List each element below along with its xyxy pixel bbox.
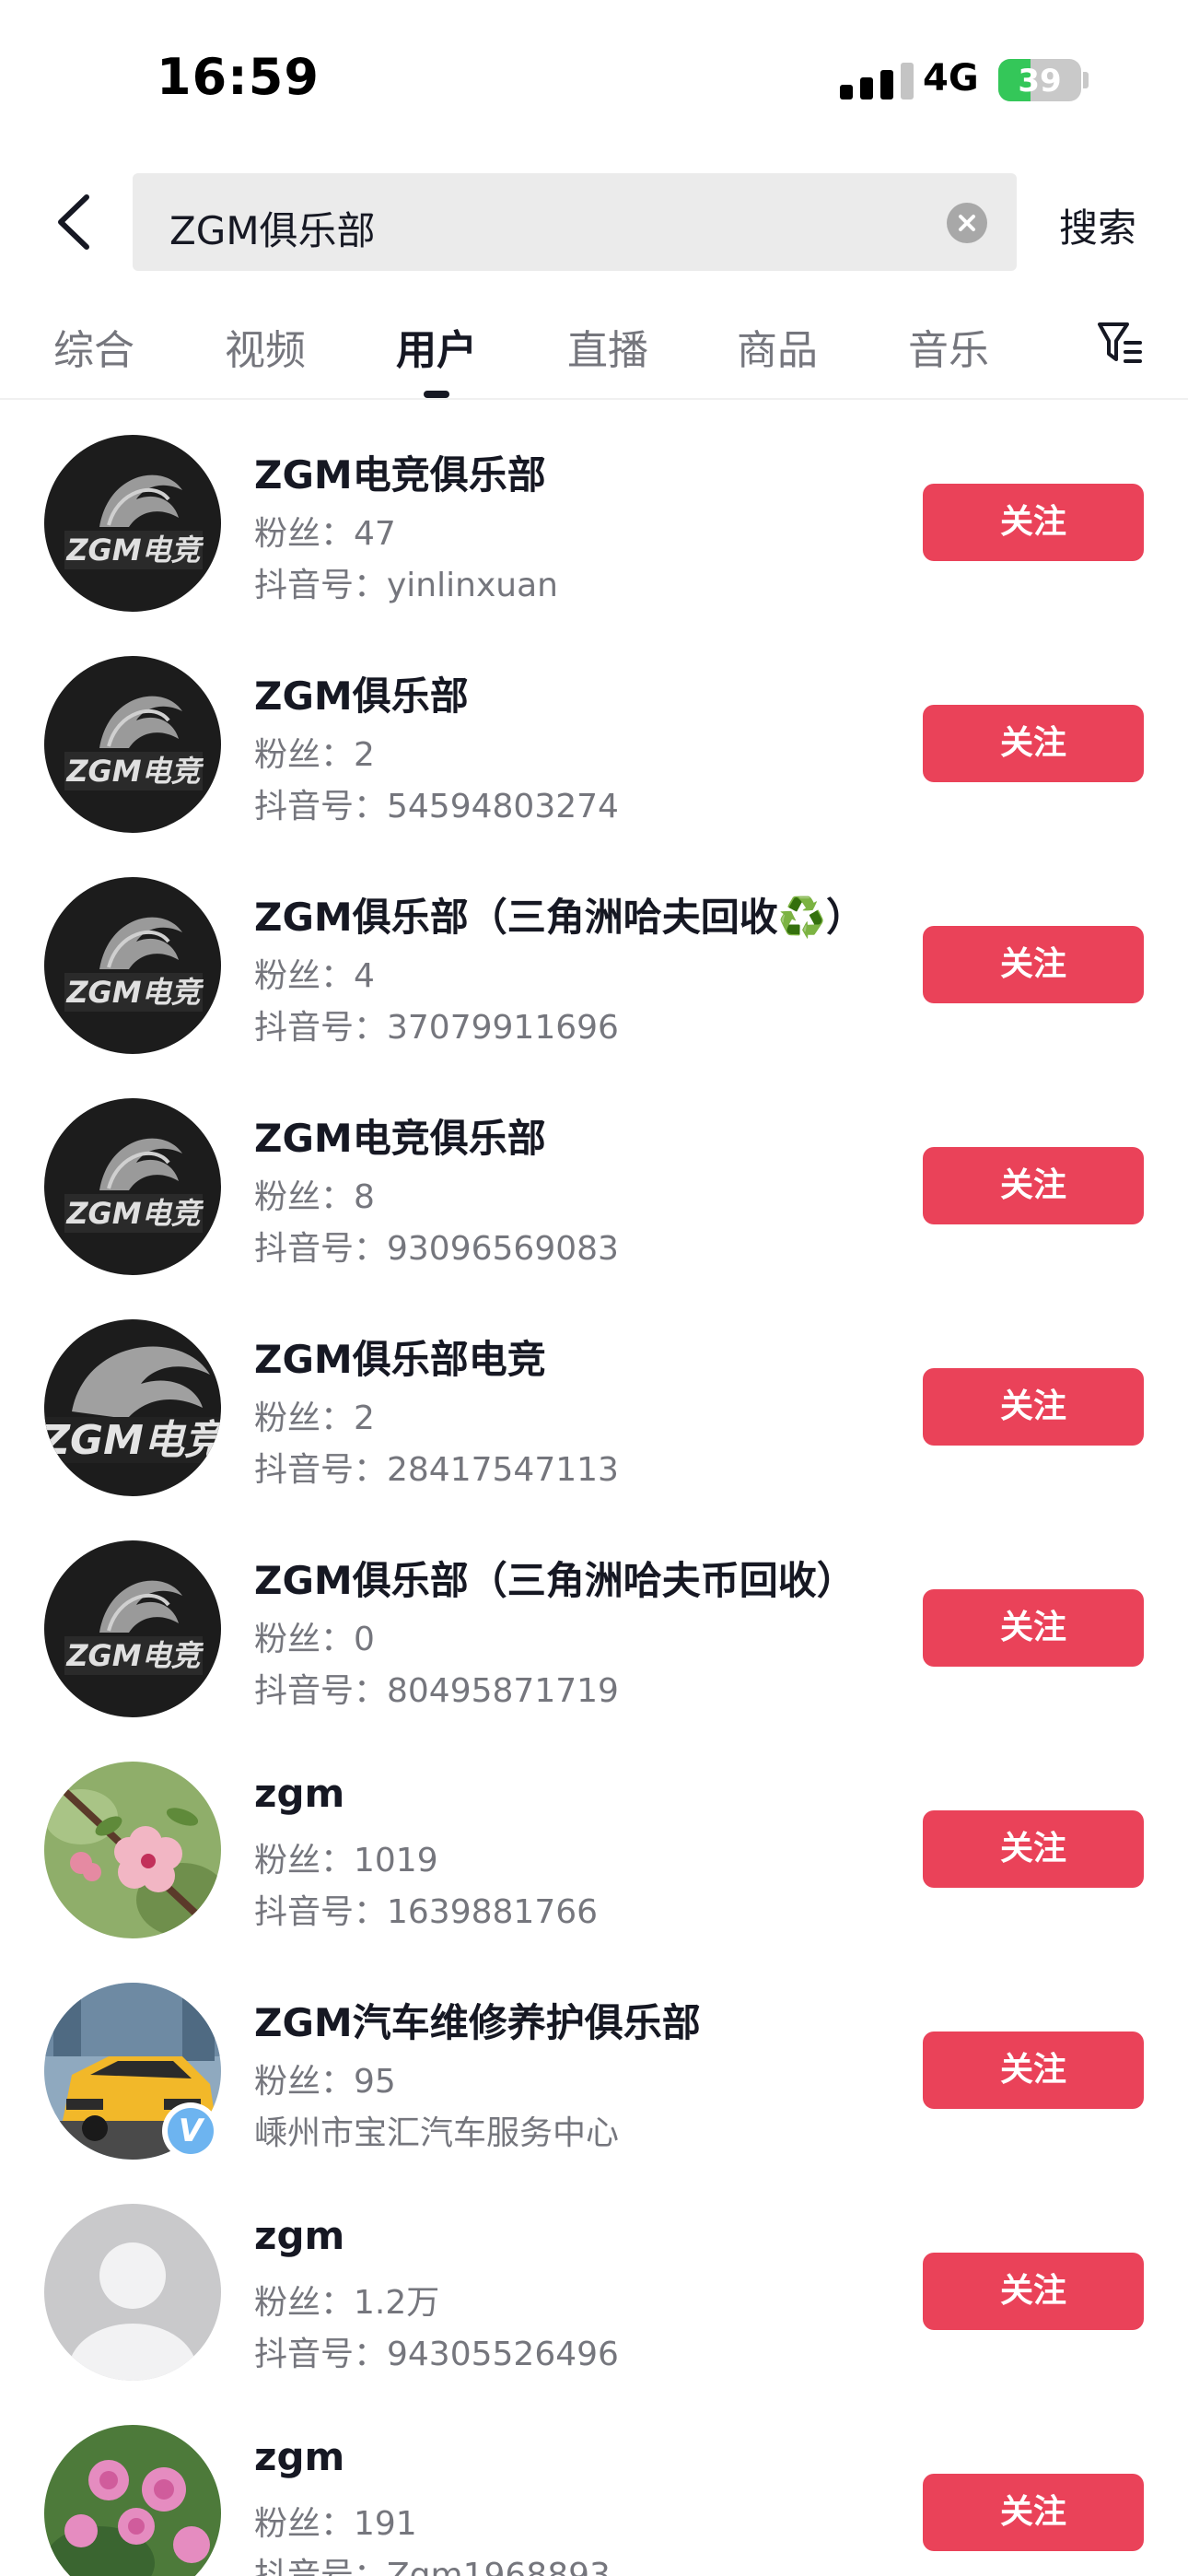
- fan-count: 粉丝：1019: [254, 1842, 438, 1879]
- tab-live[interactable]: 直播: [567, 317, 648, 376]
- status-time: 16:59: [157, 48, 320, 106]
- list-item[interactable]: zgm 粉丝：191 抖音号：Zgm1968893 关注: [0, 2418, 1188, 2576]
- user-name: ZGM俱乐部: [254, 673, 469, 719]
- list-item[interactable]: ZGM电竞 ZGM俱乐部（三角洲哈夫币回收） 粉丝：0 抖音号：80495871…: [0, 1533, 1188, 1754]
- signal-icon: [840, 63, 914, 100]
- follow-button[interactable]: 关注: [923, 484, 1144, 561]
- follow-button[interactable]: 关注: [923, 2032, 1144, 2109]
- user-name: zgm: [254, 2213, 345, 2258]
- user-name: zgm: [254, 2434, 345, 2479]
- douyin-id: 抖音号：Zgm1968893: [254, 2557, 611, 2576]
- zgm-logo-avatar-icon: ZGM电竞: [44, 1098, 221, 1275]
- clear-icon[interactable]: [947, 203, 987, 243]
- fan-count: 粉丝：4: [254, 957, 375, 995]
- list-item[interactable]: ZGM电竞 ZGM电竞俱乐部 粉丝：8 抖音号：93096569083 关注: [0, 1091, 1188, 1312]
- verification-info: 嵊州市宝汇汽车服务中心: [254, 2114, 620, 2152]
- category-tabs: 综合 视频 用户 直播 商品 音乐: [0, 313, 1188, 400]
- svg-text:ZGM电竞: ZGM电竞: [44, 1417, 221, 1464]
- avatar[interactable]: [44, 2204, 221, 2381]
- fan-count: 粉丝：1.2万: [254, 2284, 440, 2322]
- fan-count: 粉丝：0: [254, 1621, 375, 1658]
- douyin-id: 抖音号：37079911696: [254, 1009, 619, 1047]
- fan-count: 粉丝：47: [254, 515, 396, 553]
- follow-button[interactable]: 关注: [923, 926, 1144, 1003]
- zgm-logo-avatar-icon: ZGM电竞: [44, 1319, 221, 1496]
- list-item[interactable]: ZGM电竞 ZGM俱乐部电竞 粉丝：2 抖音号：28417547113 关注: [0, 1312, 1188, 1533]
- user-list: ZGM电竞 ZGM电竞俱乐部 粉丝：47 抖音号：yinlinxuan 关注 Z…: [0, 427, 1188, 2576]
- list-item[interactable]: V ZGM汽车维修养护俱乐部 粉丝：95 嵊州市宝汇汽车服务中心 关注: [0, 1975, 1188, 2196]
- avatar[interactable]: [44, 1762, 221, 1938]
- verified-badge-icon: V: [162, 2102, 219, 2160]
- douyin-id: 抖音号：93096569083: [254, 1230, 619, 1268]
- tab-products[interactable]: 商品: [737, 317, 818, 376]
- follow-button[interactable]: 关注: [923, 2253, 1144, 2330]
- battery-icon: 39: [998, 59, 1081, 101]
- tab-users[interactable]: 用户: [396, 317, 477, 376]
- svg-text:ZGM电竞: ZGM电竞: [65, 1196, 204, 1231]
- search-input[interactable]: ZGM俱乐部: [133, 173, 1017, 271]
- status-bar: 16:59 4G 39: [0, 0, 1188, 157]
- douyin-id: 抖音号：80495871719: [254, 1672, 619, 1710]
- search-query: ZGM俱乐部: [169, 208, 376, 253]
- list-item[interactable]: zgm 粉丝：1019 抖音号：1639881766 关注: [0, 1754, 1188, 1975]
- zgm-logo-avatar-icon: ZGM电竞: [44, 1540, 221, 1717]
- user-name: ZGM俱乐部（三角洲哈夫币回收）: [254, 1558, 856, 1603]
- svg-text:ZGM电竞: ZGM电竞: [65, 975, 204, 1010]
- list-item[interactable]: ZGM电竞 ZGM俱乐部（三角洲哈夫回收♻️） 粉丝：4 抖音号：3707991…: [0, 870, 1188, 1091]
- svg-text:ZGM电竞: ZGM电竞: [65, 1638, 204, 1673]
- avatar[interactable]: [44, 2425, 221, 2576]
- tab-video[interactable]: 视频: [225, 317, 306, 376]
- douyin-id: 抖音号：28417547113: [254, 1451, 619, 1489]
- user-name: ZGM俱乐部电竞: [254, 1337, 546, 1382]
- user-name: ZGM俱乐部（三角洲哈夫回收♻️）: [254, 895, 866, 940]
- follow-button[interactable]: 关注: [923, 1589, 1144, 1667]
- search-button[interactable]: 搜索: [1059, 197, 1136, 253]
- follow-button[interactable]: 关注: [923, 705, 1144, 782]
- fan-count: 粉丝：95: [254, 2063, 396, 2101]
- douyin-id: 抖音号：yinlinxuan: [254, 567, 558, 604]
- avatar[interactable]: ZGM电竞: [44, 1540, 221, 1717]
- avatar[interactable]: ZGM电竞: [44, 1319, 221, 1496]
- follow-button[interactable]: 关注: [923, 1810, 1144, 1888]
- avatar[interactable]: ZGM电竞: [44, 877, 221, 1054]
- avatar[interactable]: ZGM电竞: [44, 1098, 221, 1275]
- battery-level: 39: [1018, 63, 1062, 100]
- network-label: 4G: [923, 57, 979, 100]
- douyin-id: 抖音号：1639881766: [254, 1893, 599, 1931]
- active-tab-indicator: [424, 391, 449, 398]
- douyin-id: 抖音号：94305526496: [254, 2336, 619, 2373]
- filter-icon[interactable]: [1096, 319, 1144, 367]
- list-item[interactable]: zgm 粉丝：1.2万 抖音号：94305526496 关注: [0, 2196, 1188, 2418]
- fan-count: 粉丝：8: [254, 1178, 375, 1216]
- svg-text:ZGM电竞: ZGM电竞: [65, 533, 204, 568]
- tab-music[interactable]: 音乐: [908, 317, 989, 376]
- default-avatar-icon: [44, 2204, 221, 2381]
- user-name: ZGM电竞俱乐部: [254, 452, 546, 498]
- battery-tip: [1083, 72, 1089, 88]
- user-name: zgm: [254, 1771, 345, 1816]
- flower-avatar-icon: [44, 1762, 221, 1938]
- douyin-id: 抖音号：54594803274: [254, 788, 619, 825]
- list-item[interactable]: ZGM电竞 ZGM电竞俱乐部 粉丝：47 抖音号：yinlinxuan 关注: [0, 427, 1188, 649]
- fan-count: 粉丝：2: [254, 736, 375, 774]
- search-header: ZGM俱乐部 搜索: [0, 166, 1188, 278]
- back-arrow-icon[interactable]: [46, 192, 107, 252]
- zgm-logo-avatar-icon: ZGM电竞: [44, 877, 221, 1054]
- follow-button[interactable]: 关注: [923, 1147, 1144, 1224]
- tab-general[interactable]: 综合: [53, 317, 134, 376]
- fan-count: 粉丝：2: [254, 1399, 375, 1437]
- fan-count: 粉丝：191: [254, 2505, 417, 2543]
- follow-button[interactable]: 关注: [923, 1368, 1144, 1446]
- user-name: ZGM汽车维修养护俱乐部: [254, 2000, 701, 2045]
- peony-avatar-icon: [44, 2425, 221, 2576]
- list-item[interactable]: ZGM电竞 ZGM俱乐部 粉丝：2 抖音号：54594803274 关注: [0, 649, 1188, 870]
- zgm-logo-avatar-icon: ZGM电竞: [44, 435, 221, 612]
- zgm-logo-avatar-icon: ZGM电竞: [44, 656, 221, 833]
- follow-button[interactable]: 关注: [923, 2474, 1144, 2551]
- svg-text:ZGM电竞: ZGM电竞: [65, 754, 204, 789]
- avatar[interactable]: ZGM电竞: [44, 435, 221, 612]
- user-name: ZGM电竞俱乐部: [254, 1116, 546, 1161]
- avatar[interactable]: ZGM电竞: [44, 656, 221, 833]
